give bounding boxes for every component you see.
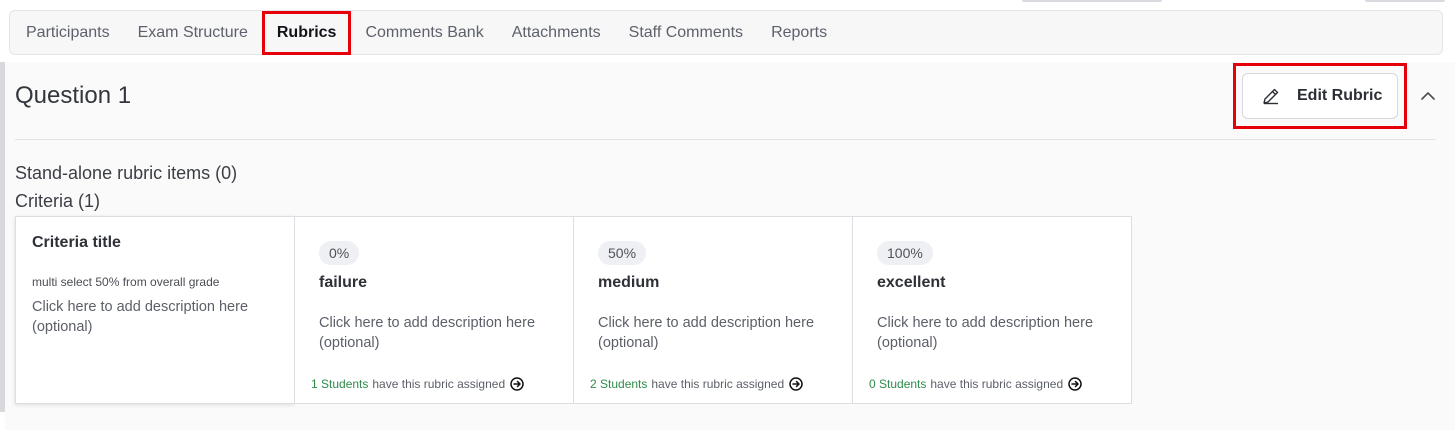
level-description[interactable]: Click here to add description here (opti… (319, 313, 569, 353)
criteria-grid: Criteria title multi select 50% from ove… (15, 216, 1132, 404)
edit-rubric-button[interactable]: Edit Rubric (1242, 73, 1398, 119)
level-percent-badge: 50% (598, 241, 647, 265)
level-percent-badge: 0% (319, 241, 360, 265)
criteria-subtitle: multi select 50% from overall grade (32, 275, 220, 289)
chevron-up-icon[interactable] (1418, 86, 1438, 106)
clipped-top-control (1365, 0, 1445, 2)
standalone-items-label: Stand-alone rubric items (0) (15, 163, 238, 183)
tab-staff-comments[interactable]: Staff Comments (629, 10, 743, 55)
level-name: excellent (877, 274, 946, 291)
arrow-circle-right-icon[interactable] (789, 377, 803, 391)
level-description[interactable]: Click here to add description here (opti… (598, 313, 848, 353)
criteria-description[interactable]: Click here to add description here (opti… (32, 297, 282, 337)
students-count-link[interactable]: 0 Students (869, 377, 926, 391)
students-count-link[interactable]: 1 Students (311, 377, 368, 391)
divider (15, 139, 1436, 140)
question-title: Question 1 (15, 82, 132, 109)
level-cell-failure: 0% failure Click here to add description… (294, 216, 574, 404)
tab-rubrics[interactable]: Rubrics (261, 11, 352, 55)
level-cell-excellent: 100% excellent Click here to add descrip… (852, 216, 1132, 404)
assigned-text: have this rubric assigned (651, 377, 785, 391)
arrow-circle-right-icon[interactable] (510, 377, 524, 391)
tab-bar: Participants Exam Structure Rubrics Comm… (9, 10, 1443, 55)
assigned-students: 0 Students have this rubric assigned (869, 377, 1082, 391)
criteria-title[interactable]: Criteria title (32, 234, 121, 252)
level-name: medium (598, 274, 660, 291)
assigned-text: have this rubric assigned (930, 377, 1064, 391)
level-cell-medium: 50% medium Click here to add description… (573, 216, 853, 404)
edit-rubric-label: Edit Rubric (1297, 87, 1383, 104)
criteria-count-label: Criteria (1) (15, 191, 101, 211)
level-percent-badge: 100% (877, 241, 933, 265)
tab-reports[interactable]: Reports (771, 10, 827, 55)
tab-exam-structure[interactable]: Exam Structure (138, 10, 248, 55)
level-name: failure (319, 274, 368, 291)
level-description[interactable]: Click here to add description here (opti… (877, 313, 1127, 353)
tab-attachments[interactable]: Attachments (512, 10, 601, 55)
assigned-text: have this rubric assigned (372, 377, 506, 391)
assigned-students: 1 Students have this rubric assigned (311, 377, 524, 391)
tab-participants[interactable]: Participants (26, 10, 110, 55)
arrow-circle-right-icon[interactable] (1068, 377, 1082, 391)
students-count-link[interactable]: 2 Students (590, 377, 647, 391)
assigned-students: 2 Students have this rubric assigned (590, 377, 803, 391)
clipped-top-control (1022, 0, 1162, 2)
criteria-title-cell: Criteria title multi select 50% from ove… (15, 216, 295, 404)
tab-comments-bank[interactable]: Comments Bank (365, 10, 483, 55)
pencil-icon (1263, 88, 1279, 105)
